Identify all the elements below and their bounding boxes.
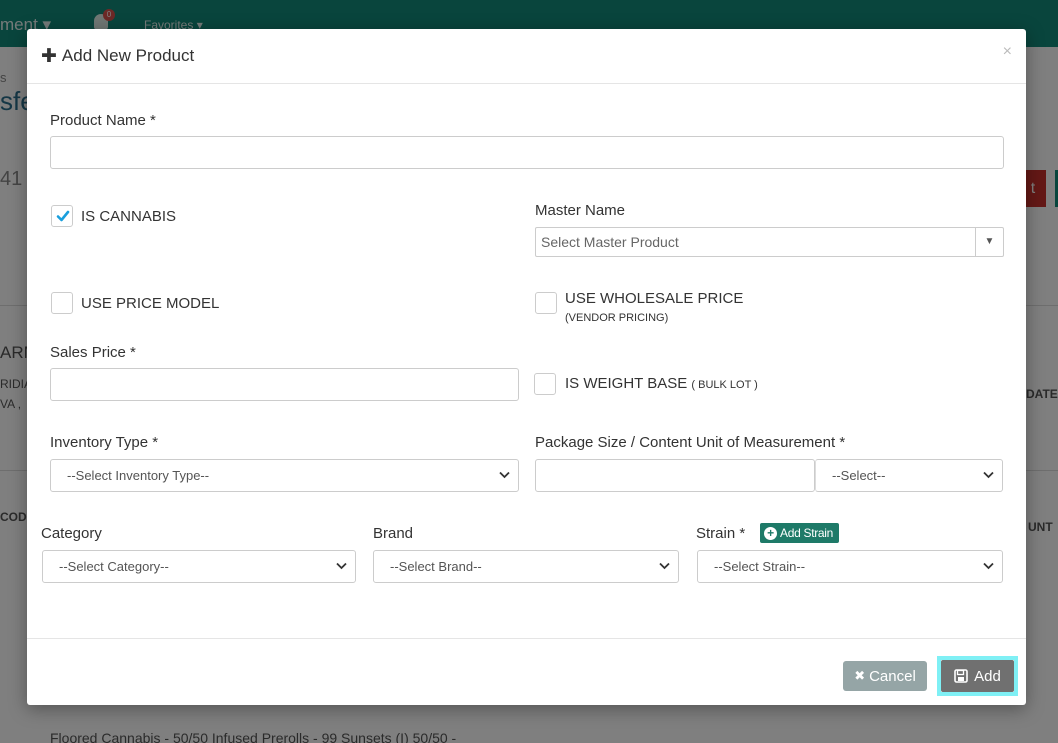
modal-footer: ✖ Cancel Add	[27, 638, 1026, 705]
add-strain-label: Add Strain	[780, 526, 834, 540]
inventory-type-label: Inventory Type *	[50, 434, 159, 451]
add-button[interactable]: Add	[941, 660, 1014, 692]
chevron-down-icon	[983, 460, 994, 479]
master-name-select[interactable]: Select Master Product ▼	[535, 227, 1004, 257]
brand-select[interactable]: --Select Brand--	[373, 550, 679, 583]
category-label: Category	[41, 525, 102, 542]
chevron-down-icon	[499, 460, 510, 479]
plus-icon: ✚	[41, 45, 57, 67]
close-icon: ✖	[854, 668, 866, 683]
modal-title: ✚ Add New Product	[41, 46, 194, 66]
product-name-label: Product Name *	[50, 112, 156, 129]
category-select[interactable]: --Select Category--	[42, 550, 356, 583]
chevron-down-icon	[336, 551, 347, 570]
is-cannabis-label: IS CANNABIS	[81, 208, 177, 225]
is-weight-base-checkbox[interactable]	[534, 373, 556, 395]
dropdown-arrow-icon[interactable]: ▼	[975, 228, 1003, 256]
add-button-focus-ring: Add	[937, 656, 1018, 696]
add-strain-button[interactable]: + Add Strain	[760, 523, 840, 543]
use-price-model-label: USE PRICE MODEL	[81, 295, 220, 312]
is-weight-base-label: IS WEIGHT BASE ( BULK LOT )	[565, 375, 758, 392]
modal-title-text: Add New Product	[61, 46, 195, 65]
is-weight-base-sublabel: ( BULK LOT )	[691, 379, 758, 391]
package-size-input[interactable]	[535, 459, 815, 492]
use-price-model-checkbox[interactable]	[51, 292, 73, 314]
plus-circle-icon: +	[764, 526, 777, 540]
use-wholesale-price-checkbox[interactable]	[535, 292, 557, 314]
brand-label: Brand	[373, 525, 414, 542]
inventory-type-select[interactable]: --Select Inventory Type--	[50, 459, 519, 492]
checkmark-icon	[56, 210, 70, 222]
sales-price-input[interactable]	[50, 368, 519, 401]
modal-header: ✚ Add New Product ×	[27, 29, 1026, 84]
is-cannabis-checkbox[interactable]	[51, 205, 73, 227]
master-name-placeholder: Select Master Product	[541, 234, 679, 250]
add-label: Add	[974, 667, 1001, 685]
use-wholesale-price-label: USE WHOLESALE PRICE	[565, 290, 744, 307]
use-wholesale-price-sublabel: (VENDOR PRICING)	[565, 312, 669, 324]
brand-value: --Select Brand--	[390, 559, 482, 574]
cancel-label: Cancel	[869, 667, 916, 685]
close-icon[interactable]: ×	[1003, 43, 1012, 61]
master-name-label: Master Name	[535, 202, 626, 219]
strain-select[interactable]: --Select Strain--	[697, 550, 1003, 583]
strain-label: Strain *	[696, 525, 746, 542]
sales-price-label: Sales Price *	[50, 344, 136, 361]
category-value: --Select Category--	[59, 559, 169, 574]
package-size-label: Package Size / Content Unit of Measureme…	[535, 434, 846, 451]
strain-value: --Select Strain--	[714, 559, 806, 574]
unit-of-measure-select[interactable]: --Select--	[815, 459, 1003, 492]
add-product-modal: ✚ Add New Product × Product Name * IS CA…	[27, 29, 1026, 705]
product-name-input[interactable]	[50, 136, 1004, 169]
chevron-down-icon	[983, 551, 994, 570]
cancel-button[interactable]: ✖ Cancel	[843, 661, 927, 691]
unit-of-measure-value: --Select--	[832, 468, 886, 483]
save-icon	[954, 669, 968, 683]
inventory-type-value: --Select Inventory Type--	[67, 468, 210, 483]
chevron-down-icon	[659, 551, 670, 570]
